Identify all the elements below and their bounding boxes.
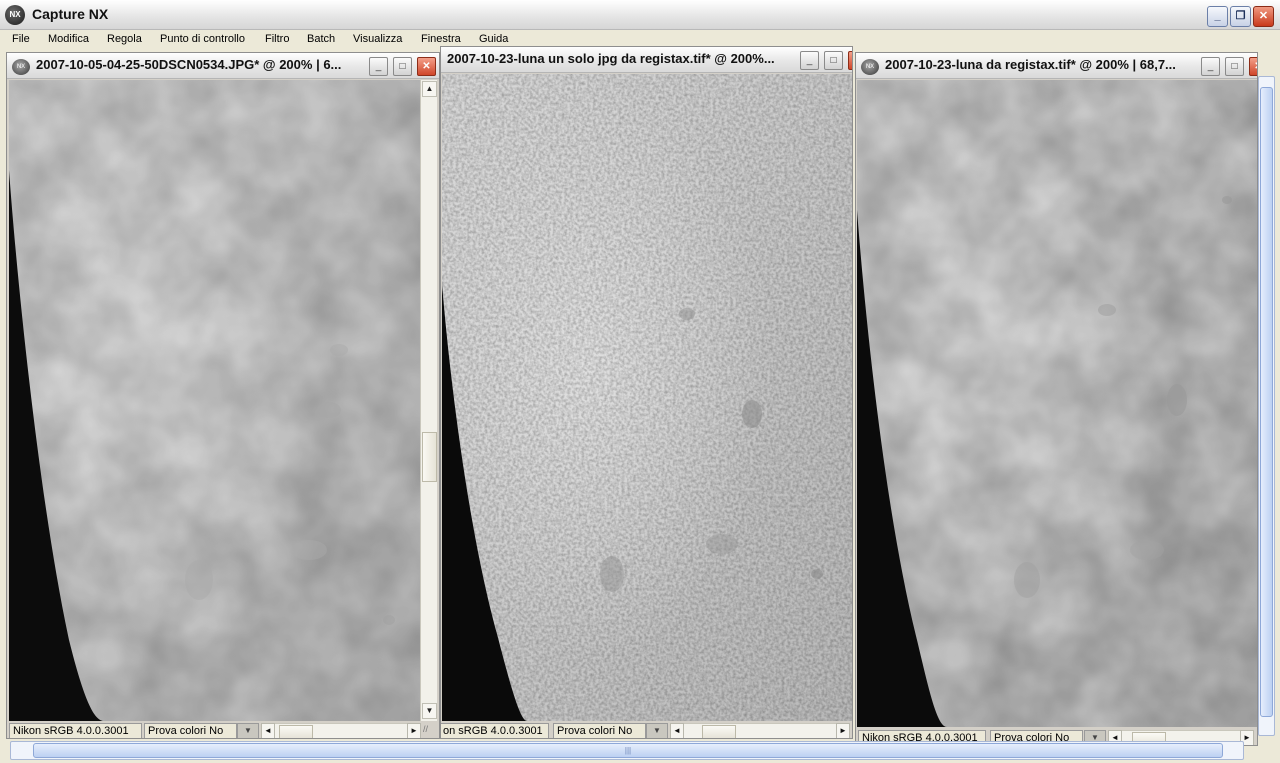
color-profile-field: on sRGB 4.0.0.3001 — [441, 723, 549, 738]
document-window-1[interactable]: NX 2007-10-05-04-25-50DSCN0534.JPG* @ 20… — [6, 52, 440, 739]
document-2-close-button[interactable]: ✕ — [848, 51, 852, 70]
document-2-hscroll-thumb[interactable] — [702, 725, 736, 738]
proof-colors-dropdown-icon[interactable]: ▼ — [646, 723, 668, 738]
workspace-hscroll-thumb[interactable]: ||| — [33, 743, 1223, 758]
menu-filtro[interactable]: Filtro — [265, 33, 289, 45]
proof-colors-field[interactable]: Prova colori No — [144, 723, 237, 738]
document-1-hscroll-thumb[interactable] — [279, 725, 313, 738]
document-3-maximize-button[interactable]: □ — [1225, 57, 1244, 76]
hscroll-right-arrow-icon[interactable]: ► — [407, 723, 421, 738]
document-2-image[interactable] — [442, 74, 852, 721]
nx-document-icon: NX — [12, 59, 30, 75]
resize-grip-icon[interactable]: // — [423, 724, 428, 734]
document-1-maximize-button[interactable]: □ — [393, 57, 412, 76]
hscroll-left-arrow-icon[interactable]: ◄ — [670, 723, 684, 738]
hscroll-left-arrow-icon[interactable]: ◄ — [261, 723, 275, 738]
document-1-image[interactable] — [9, 80, 420, 721]
document-3-image[interactable] — [857, 80, 1257, 727]
moon-image-2 — [442, 74, 852, 721]
document-1-statusbar: Nikon sRGB 4.0.0.3001 Prova colori No ▼ … — [7, 722, 439, 738]
app-title: Capture NX — [32, 6, 109, 22]
workspace-vscroll-thumb[interactable] — [1260, 87, 1273, 717]
app-titlebar: NX Capture NX _ ❐ ✕ — [0, 0, 1280, 30]
document-2-titlebar[interactable]: 2007-10-23-luna un solo jpg da registax.… — [441, 47, 852, 73]
document-window-3[interactable]: NX 2007-10-23-luna da registax.tif* @ 20… — [855, 52, 1258, 746]
scroll-down-arrow-icon[interactable]: ▼ — [422, 703, 437, 719]
scroll-up-arrow-icon[interactable]: ▲ — [422, 81, 437, 97]
document-1-close-button[interactable]: ✕ — [417, 57, 436, 76]
color-profile-field: Nikon sRGB 4.0.0.3001 — [9, 723, 142, 738]
document-2-hscroll-track[interactable] — [684, 723, 836, 738]
workspace-vertical-scrollbar[interactable] — [1258, 76, 1275, 736]
document-window-2[interactable]: 2007-10-23-luna un solo jpg da registax.… — [440, 46, 853, 739]
document-1-minimize-button[interactable]: _ — [369, 57, 388, 76]
moon-image-3 — [857, 80, 1257, 727]
document-1-vscroll-thumb[interactable] — [422, 432, 437, 482]
document-3-close-button[interactable]: ✕ — [1249, 57, 1257, 76]
workspace-horizontal-scrollbar[interactable]: ||| — [10, 741, 1244, 760]
proof-colors-dropdown-icon[interactable]: ▼ — [237, 723, 259, 738]
menu-file[interactable]: File — [12, 33, 30, 45]
hscroll-right-arrow-icon[interactable]: ► — [836, 723, 850, 738]
app-minimize-button[interactable]: _ — [1207, 6, 1228, 27]
moon-image-1 — [9, 80, 420, 721]
app-restore-button[interactable]: ❐ — [1230, 6, 1251, 27]
document-1-titlebar[interactable]: NX 2007-10-05-04-25-50DSCN0534.JPG* @ 20… — [7, 53, 439, 79]
menu-punto-di-controllo[interactable]: Punto di controllo — [160, 33, 245, 45]
app-close-button[interactable]: ✕ — [1253, 6, 1274, 27]
menu-finestra[interactable]: Finestra — [421, 33, 461, 45]
document-2-maximize-button[interactable]: □ — [824, 51, 843, 70]
document-3-titlebar[interactable]: NX 2007-10-23-luna da registax.tif* @ 20… — [856, 53, 1257, 79]
document-1-title: 2007-10-05-04-25-50DSCN0534.JPG* @ 200% … — [36, 57, 342, 72]
menu-regola[interactable]: Regola — [107, 33, 142, 45]
document-2-minimize-button[interactable]: _ — [800, 51, 819, 70]
nx-document-icon: NX — [861, 59, 879, 75]
document-2-title: 2007-10-23-luna un solo jpg da registax.… — [447, 51, 775, 66]
document-2-statusbar: on sRGB 4.0.0.3001 Prova colori No ▼ ◄ ► — [441, 722, 852, 738]
nx-logo-icon: NX — [5, 5, 25, 25]
document-3-title: 2007-10-23-luna da registax.tif* @ 200% … — [885, 57, 1176, 72]
document-1-vertical-scrollbar[interactable]: ▲ ▼ — [420, 80, 437, 721]
menu-batch[interactable]: Batch — [307, 33, 335, 45]
document-3-minimize-button[interactable]: _ — [1201, 57, 1220, 76]
capture-nx-app: NX Capture NX _ ❐ ✕ File Modifica Regola… — [0, 0, 1280, 763]
menu-modifica[interactable]: Modifica — [48, 33, 89, 45]
proof-colors-field[interactable]: Prova colori No — [553, 723, 646, 738]
menu-visualizza[interactable]: Visualizza — [353, 33, 402, 45]
menu-guida[interactable]: Guida — [479, 33, 508, 45]
document-1-hscroll-track[interactable] — [275, 723, 407, 738]
